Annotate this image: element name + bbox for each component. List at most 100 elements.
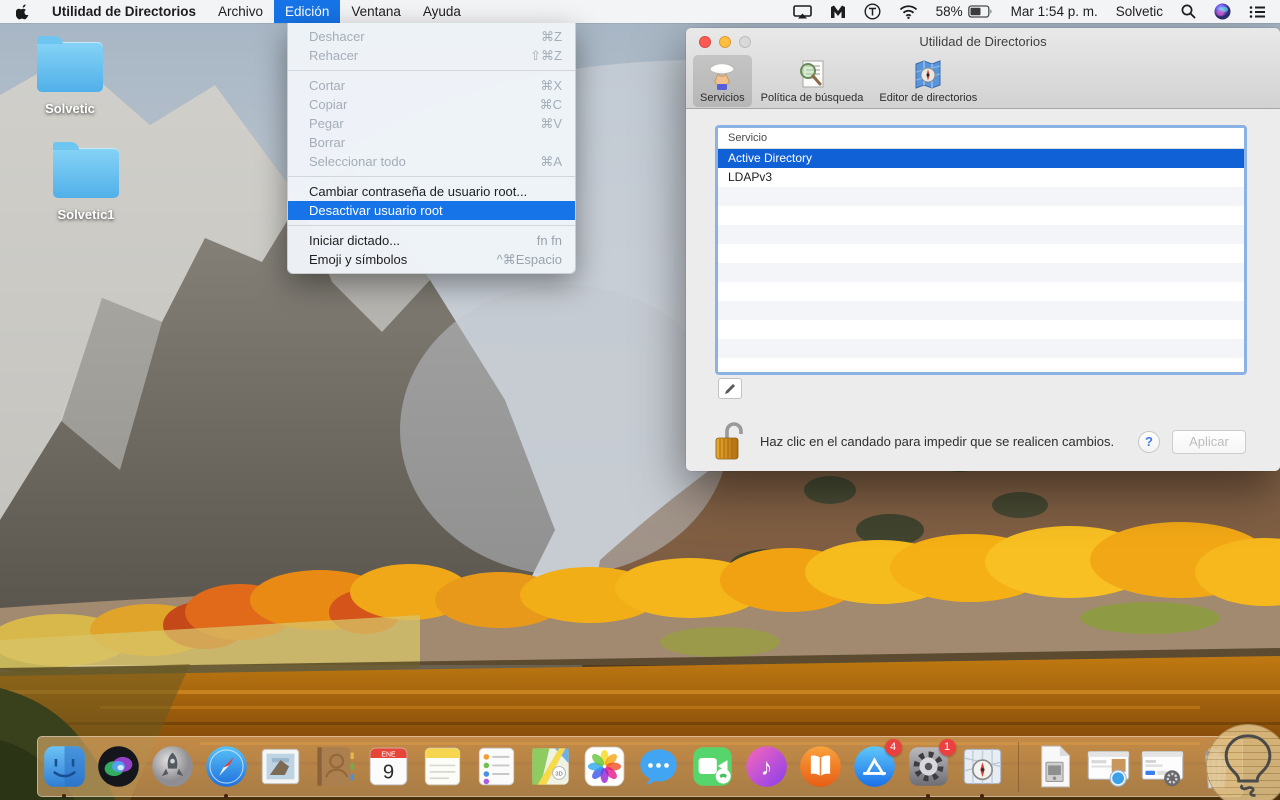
dock-icon-window-prefs[interactable] [1139,743,1186,790]
dock-icon-sysprefs[interactable]: 1 [905,739,956,798]
dock-icon-itunes[interactable]: ♪ [743,743,790,790]
dock-icon-notes[interactable] [419,743,466,790]
window-content: Servicio Active Directory LDAPv3 Haz clic… [686,110,1280,471]
menu-item-label: Iniciar dictado... [309,233,401,248]
menu-item-label: Copiar [309,97,348,112]
services-icon [705,58,739,92]
menu-bar-item-edici-n[interactable]: Edición [274,0,341,23]
notification-center-icon[interactable] [1240,0,1280,23]
dock-icon-appstore[interactable]: 4 [851,739,902,790]
dock-icon-docfile[interactable] [1031,743,1078,790]
menu-item-shortcut: ⌘C [539,96,562,112]
dock-icon-dirutil[interactable] [959,743,1006,798]
edit-menu-dropdown: Deshacer ⌘Z Rehacer ⇧⌘Z Cortar ⌘X Copiar ⌘C Pega… [287,23,576,274]
folder-label: Solvetic [45,101,95,116]
menu-bar-item-archivo[interactable]: Archivo [207,0,274,23]
menu-item-rehacer: Rehacer ⇧⌘Z [288,46,575,65]
menu-item-desactivar-usuario-root[interactable]: Desactivar usuario root [288,201,575,220]
tunnelblick-icon[interactable] [855,0,890,23]
running-indicator [926,794,930,798]
menu-item-shortcut: fn fn [536,233,562,248]
dock-icon-mail[interactable] [257,743,304,790]
menu-item-seleccionar-todo: Seleccionar todo ⌘A [288,152,575,171]
table-row-empty[interactable] [718,263,1244,282]
desktop-folder-solvetic1[interactable]: Solvetic1 [38,142,134,222]
table-row-empty[interactable] [718,282,1244,301]
user-menu[interactable]: Solvetic [1107,0,1172,23]
toolbar-tab-editor-de-directorios[interactable]: Editor de directorios [872,55,984,107]
dock-icon-contacts[interactable] [311,743,358,790]
apple-menu[interactable] [0,0,41,23]
menu-item-label: Seleccionar todo [309,154,406,169]
toolbar-tab-servicios[interactable]: Servicios [693,55,752,107]
battery-status[interactable]: 58% [927,0,1002,23]
menu-separator [288,225,575,226]
malwarebytes-icon[interactable] [821,0,855,23]
menu-item-pegar: Pegar ⌘V [288,114,575,133]
dock-icon-calendar[interactable]: ENE 9 [365,743,412,790]
table-row-empty[interactable] [718,206,1244,225]
menu-item-cambiar-contrase-a-de-usuario-root[interactable]: Cambiar contraseña de usuario root... [288,182,575,201]
table-row-ldapv3[interactable]: LDAPv3 [718,168,1244,187]
table-row-empty[interactable] [718,187,1244,206]
menu-bar-item-ventana[interactable]: Ventana [340,0,412,23]
apply-button[interactable]: Aplicar [1172,430,1246,454]
toolbar-tab-label: Editor de directorios [879,92,978,104]
dock-icon-maps[interactable]: 3D [527,743,574,790]
battery-icon [967,5,992,18]
siri-icon[interactable] [1205,0,1240,23]
notification-badge: 1 [938,739,956,756]
spotlight-icon[interactable] [1172,0,1205,23]
svg-text:ENE: ENE [381,751,396,758]
directory-editor-icon [911,58,945,92]
table-row-active-directory[interactable]: Active Directory [718,149,1244,168]
window-title: Utilidad de Directorios [919,34,1047,49]
display-mirroring-icon[interactable] [784,0,821,23]
dock-icon-window-safari[interactable] [1085,743,1132,790]
menu-item-shortcut: ⌘A [540,153,562,169]
menu-separator [288,176,575,177]
dock-icon-siri[interactable] [95,743,142,790]
folder-icon [53,142,119,198]
desktop-folder-solvetic[interactable]: Solvetic [22,36,118,116]
running-indicator [980,794,984,798]
menu-item-label: Emoji y símbolos [309,252,408,267]
menu-item-iniciar-dictado[interactable]: Iniciar dictado... fn fn [288,231,575,250]
clock[interactable]: Mar 1:54 p. m. [1002,0,1107,23]
dock-icon-facetime[interactable] [689,743,736,790]
dock-icon-finder[interactable] [41,743,88,798]
menu-item-label: Cortar [309,78,346,93]
table-row-empty[interactable] [718,225,1244,244]
running-indicator [224,794,228,798]
services-table[interactable]: Servicio Active Directory LDAPv3 [715,125,1247,375]
dock-icon-photos[interactable] [581,743,628,790]
wifi-icon[interactable] [890,0,927,23]
menu-bar-item-ayuda[interactable]: Ayuda [412,0,472,23]
window-header[interactable]: Utilidad de Directorios Servicios Polític… [686,28,1280,109]
menu-item-copiar: Copiar ⌘C [288,95,575,114]
edit-pencil-button[interactable] [718,378,742,399]
dock-icon-safari[interactable] [203,743,250,798]
menu-item-emoji-y-s-mbolos[interactable]: Emoji y símbolos ^⌘Espacio [288,250,575,269]
folder-label: Solvetic1 [57,207,115,222]
table-row-empty[interactable] [718,358,1244,372]
unlocked-padlock-icon[interactable] [715,420,747,462]
help-button[interactable]: ? [1138,431,1160,453]
menu-bar-item-utilidad-de-directorios[interactable]: Utilidad de Directorios [41,0,207,23]
toolbar-tab-pol-tica-de-b-squeda[interactable]: Política de búsqueda [754,55,871,107]
dock-icon-launchpad[interactable] [149,743,196,790]
search-policy-icon [795,58,829,92]
dock-icon-reminders[interactable] [473,743,520,790]
table-header-servicio[interactable]: Servicio [718,128,1244,149]
table-row-empty[interactable] [718,339,1244,358]
table-row-empty[interactable] [718,320,1244,339]
table-row-empty[interactable] [718,301,1244,320]
dock-icon-messages[interactable] [635,743,682,790]
svg-text:9: 9 [382,761,393,783]
dock-icon-ibooks[interactable] [797,743,844,790]
menu-bar-left: Utilidad de Directorios Archivo Edición Ven… [0,0,472,23]
table-row-empty[interactable] [718,244,1244,263]
pencil-icon [725,383,735,394]
lightbulb-sketch-icon [1224,734,1272,797]
menu-item-label: Desactivar usuario root [309,203,443,218]
